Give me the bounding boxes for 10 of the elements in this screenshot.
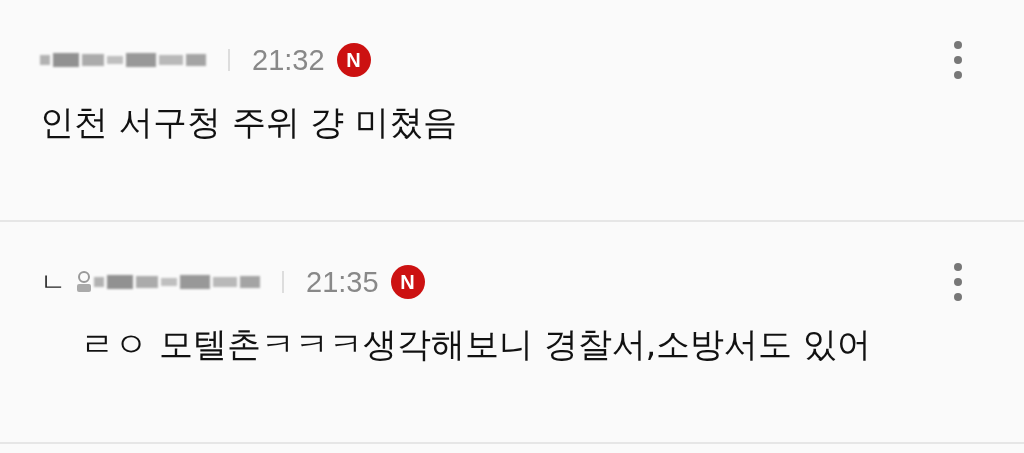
more-options-icon[interactable] bbox=[954, 263, 962, 301]
comment-text: 인천 서구청 주위 걍 미쳤음 bbox=[40, 101, 459, 144]
comment-time: 21:35 bbox=[306, 265, 379, 299]
comment-time: 21:32 bbox=[252, 43, 325, 77]
new-badge: N bbox=[336, 43, 371, 77]
more-options-icon[interactable] bbox=[954, 41, 962, 79]
person-icon bbox=[76, 271, 92, 293]
new-badge: N bbox=[390, 265, 425, 299]
reply-marker: ㄴ bbox=[40, 265, 66, 299]
comment-text: ㄹㅇ 모텔촌ㅋㅋㅋ생각해보니 경찰서,소방서도 있어 bbox=[79, 323, 873, 366]
